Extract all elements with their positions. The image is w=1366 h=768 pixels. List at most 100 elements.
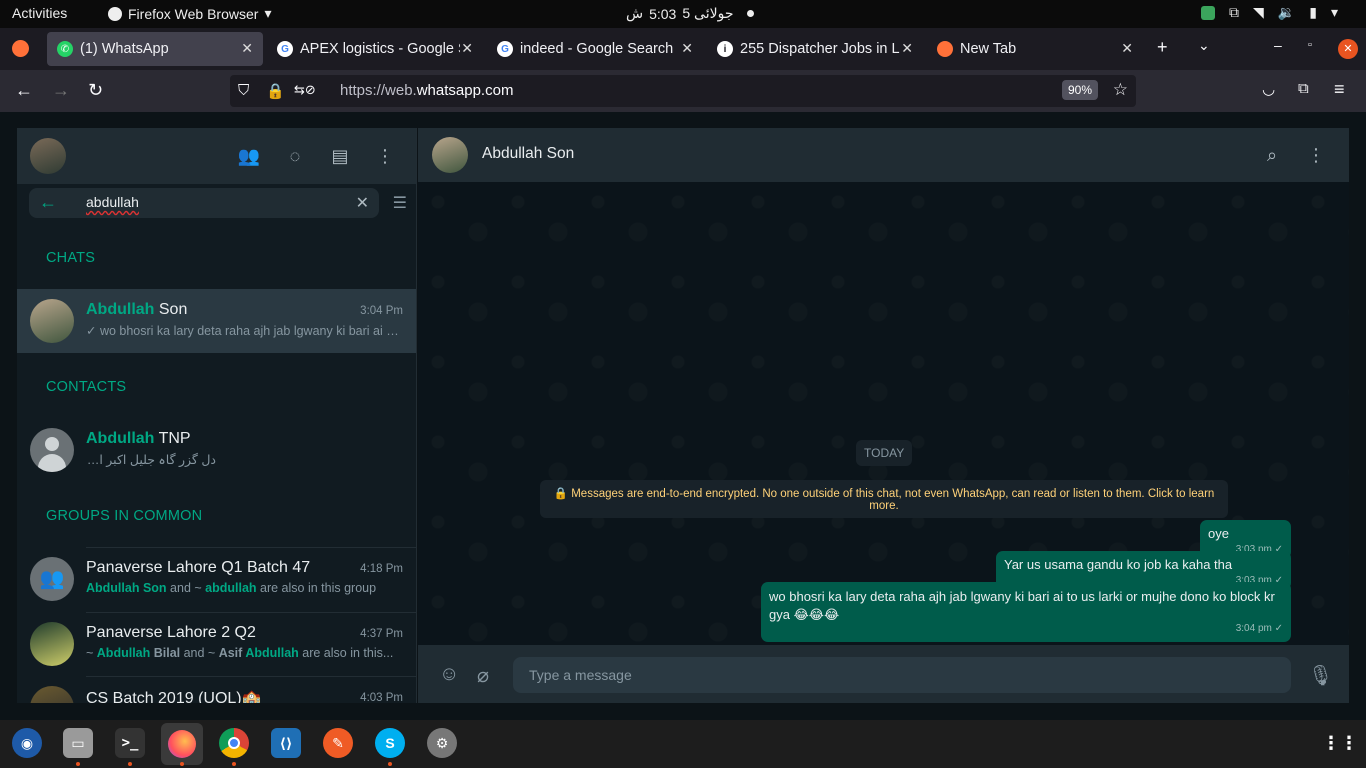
terminal-icon[interactable]: >_ bbox=[115, 728, 145, 758]
permissions-icon[interactable]: ⇆⊘ bbox=[294, 82, 316, 98]
message-text: Yar us usama gandu ko job ka kaha tha bbox=[1004, 557, 1233, 572]
message-input-box[interactable] bbox=[513, 657, 1291, 693]
skype-icon[interactable]: S bbox=[375, 728, 405, 758]
tab-dispatcher-jobs[interactable]: i 255 Dispatcher Jobs in L ✕ bbox=[707, 32, 923, 66]
group-result[interactable]: 👥 Panaverse Lahore Q1 Batch 47 4:18 Pm A… bbox=[17, 547, 416, 611]
browser-nav-bar: ← → ↻ ⛉ 🔒 ⇆⊘ https://web.whatsapp.com 90… bbox=[0, 70, 1366, 112]
menu-icon[interactable]: ⋮ bbox=[1304, 143, 1328, 167]
name-highlight: Abdullah bbox=[86, 301, 155, 318]
update-icon[interactable] bbox=[1201, 5, 1216, 20]
google-icon: G bbox=[277, 41, 293, 57]
section-chats: CHATS bbox=[46, 250, 96, 266]
tab-whatsapp[interactable]: ✆ (1) WhatsApp ✕ bbox=[47, 32, 263, 66]
group-result[interactable]: CS Batch 2019 (UOL)🏫 4:03 Pm bbox=[17, 676, 416, 703]
divider bbox=[86, 547, 416, 548]
contact-status: دل گزر گاہ جلیل اکبر است bbox=[86, 453, 216, 467]
search-icon[interactable]: ⌕ bbox=[1260, 143, 1284, 167]
reload-icon[interactable]: ↻ bbox=[88, 80, 103, 101]
battery-icon[interactable]: ▮ bbox=[1309, 4, 1317, 21]
filter-icon[interactable]: ☰ bbox=[393, 193, 407, 213]
app-menu[interactable]: Firefox Web Browser ▾ bbox=[108, 5, 271, 22]
conversation-header[interactable]: Abdullah Son ⌕ ⋮ bbox=[418, 128, 1349, 182]
extensions-icon[interactable]: ⧉ bbox=[1298, 80, 1309, 97]
activities-button[interactable]: Activities bbox=[12, 5, 67, 21]
firefox-icon bbox=[937, 41, 953, 57]
member-text: Asif bbox=[218, 646, 246, 660]
clear-search-icon[interactable]: ✕ bbox=[356, 193, 369, 213]
my-avatar[interactable] bbox=[30, 138, 66, 174]
url-bar[interactable]: ⛉ 🔒 ⇆⊘ https://web.whatsapp.com 90% ☆ bbox=[230, 75, 1136, 107]
url-prefix: https://web. bbox=[340, 82, 417, 99]
postman-icon[interactable]: ✎ bbox=[323, 728, 353, 758]
search-box[interactable]: ← abdullah ✕ bbox=[29, 188, 379, 218]
chrome-icon[interactable] bbox=[219, 728, 249, 758]
tab-apex-logistics[interactable]: G APEX logistics - Google S ✕ bbox=[267, 32, 483, 66]
zoom-indicator[interactable]: 90% bbox=[1061, 80, 1098, 100]
firefox-icon[interactable] bbox=[161, 723, 203, 765]
close-tab-icon[interactable]: ✕ bbox=[241, 40, 253, 57]
contact-result-abdullah-tnp[interactable]: Abdullah TNP دل گزر گاہ جلیل اکبر است bbox=[17, 418, 416, 482]
files-icon[interactable]: ▭ bbox=[63, 728, 93, 758]
volume-icon[interactable]: 🔉 bbox=[1278, 4, 1295, 21]
member-text: are also in this... bbox=[298, 646, 394, 660]
group-members-note: ~ Abdullah Bilal and ~ Asif Abdullah are… bbox=[86, 646, 401, 660]
notification-dot-icon bbox=[747, 10, 755, 17]
app-name-label: Firefox Web Browser bbox=[128, 5, 259, 22]
system-tray[interactable]: ⧉ ◥ 🔉 ▮ ▾ bbox=[1201, 4, 1338, 21]
tab-new-tab[interactable]: New Tab ✕ bbox=[927, 32, 1143, 66]
forward-icon[interactable]: → bbox=[52, 80, 70, 101]
message-text: oye bbox=[1208, 526, 1229, 541]
bookmark-star-icon[interactable]: ☆ bbox=[1113, 80, 1128, 100]
launcher-icon[interactable]: ◉ bbox=[12, 728, 42, 758]
outgoing-message[interactable]: wo bhosri ka lary deta raha ajh jab lgwa… bbox=[761, 582, 1291, 642]
power-menu-icon[interactable]: ▾ bbox=[1331, 4, 1338, 21]
encryption-notice[interactable]: 🔒 Messages are end-to-end encrypted. No … bbox=[540, 480, 1228, 518]
close-tab-icon[interactable]: ✕ bbox=[901, 40, 913, 57]
close-window-icon[interactable]: ✕ bbox=[1338, 39, 1358, 59]
microphone-icon[interactable]: 🎙 bbox=[1308, 663, 1333, 688]
new-tab-icon[interactable]: + bbox=[1157, 37, 1168, 58]
show-apps-grid-icon[interactable]: ⋮⋮ bbox=[1322, 728, 1358, 758]
url-text[interactable]: https://web.whatsapp.com bbox=[340, 82, 513, 99]
hamburger-menu-icon[interactable]: ≡ bbox=[1334, 79, 1345, 100]
tab-indeed[interactable]: G indeed - Google Search ✕ bbox=[487, 32, 703, 66]
back-arrow-icon[interactable]: ← bbox=[39, 192, 57, 213]
group-result[interactable]: Panaverse Lahore 2 Q2 4:37 Pm ~ Abdullah… bbox=[17, 612, 416, 676]
minimize-icon[interactable]: – bbox=[1274, 37, 1282, 53]
shield-icon[interactable]: ⛉ bbox=[238, 82, 249, 99]
close-tab-icon[interactable]: ✕ bbox=[681, 40, 693, 57]
menu-icon[interactable]: ⋮ bbox=[373, 144, 397, 168]
attach-icon[interactable]: ⌀ bbox=[477, 663, 489, 688]
search-input[interactable]: abdullah bbox=[86, 194, 139, 210]
wifi-icon[interactable]: ◥ bbox=[1253, 4, 1264, 21]
pocket-icon[interactable]: ◡ bbox=[1262, 80, 1275, 98]
clock[interactable]: ش 5:03 جولائی 5 bbox=[626, 5, 755, 22]
tab-list-chevron-down-icon[interactable]: ⌄ bbox=[1198, 37, 1210, 54]
close-tab-icon[interactable]: ✕ bbox=[461, 40, 473, 57]
screenshot-icon[interactable]: ⧉ bbox=[1229, 4, 1239, 21]
new-chat-icon[interactable]: ▤ bbox=[328, 144, 352, 168]
running-indicator bbox=[128, 762, 132, 766]
status-icon[interactable]: ◌ bbox=[283, 144, 307, 168]
communities-icon[interactable]: 👥 bbox=[237, 144, 261, 168]
settings-icon[interactable]: ⚙ bbox=[427, 728, 457, 758]
group-name: Panaverse Lahore 2 Q2 bbox=[86, 624, 256, 641]
close-tab-icon[interactable]: ✕ bbox=[1121, 40, 1133, 57]
firefox-view-icon[interactable] bbox=[12, 40, 29, 57]
contact-avatar[interactable] bbox=[432, 137, 468, 173]
conversation-title[interactable]: Abdullah Son bbox=[482, 145, 574, 163]
vscode-icon[interactable]: ⟨⟩ bbox=[271, 728, 301, 758]
maximize-icon[interactable]: ▫ bbox=[1308, 39, 1312, 51]
back-icon[interactable]: ← bbox=[15, 80, 33, 101]
lock-icon[interactable]: 🔒 bbox=[266, 82, 285, 100]
message-list: TODAY 🔒 Messages are end-to-end encrypte… bbox=[418, 182, 1349, 645]
chat-result-abdullah-son[interactable]: Abdullah Son 3:04 Pm ✓ wo bhosri ka lary… bbox=[17, 289, 416, 353]
emoji-icon[interactable]: ☺ bbox=[439, 663, 459, 686]
member-text: Bilal bbox=[150, 646, 181, 660]
chat-preview: ✓ wo bhosri ka lary deta raha ajh jab lg… bbox=[86, 323, 401, 338]
member-text: and ~ bbox=[166, 581, 206, 595]
name-rest: TNP bbox=[154, 430, 191, 447]
whatsapp-web-page: 👥 ◌ ▤ ⋮ ← abdullah ✕ ☰ CHATS Abdullah So… bbox=[0, 112, 1366, 720]
browser-tab-bar: ✆ (1) WhatsApp ✕ G APEX logistics - Goog… bbox=[0, 28, 1366, 70]
message-input[interactable] bbox=[513, 657, 1291, 693]
